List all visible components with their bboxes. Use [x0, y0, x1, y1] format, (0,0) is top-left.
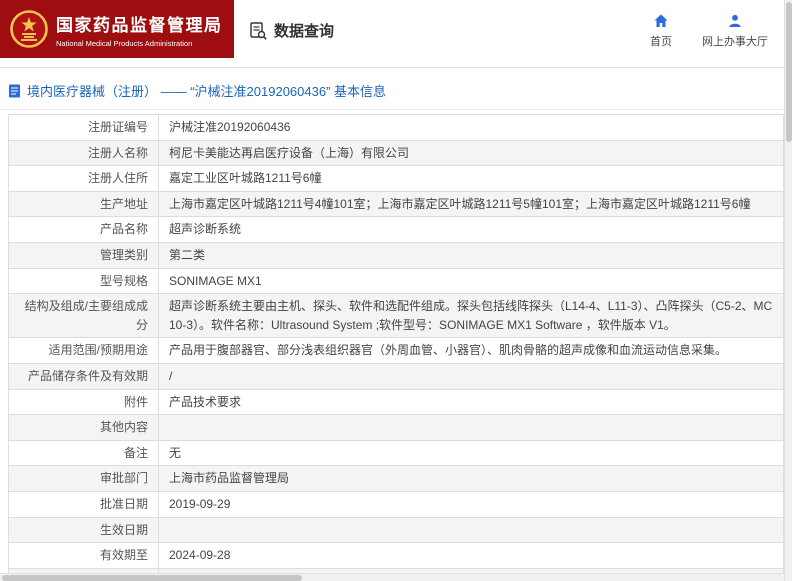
person-icon [727, 13, 743, 29]
field-value: SONIMAGE MX1 [159, 268, 784, 294]
field-label: 适用范围/预期用途 [9, 338, 159, 364]
table-row: 其他内容 [9, 415, 784, 441]
data-query-tab[interactable]: 数据查询 [248, 20, 334, 41]
nav-home-label: 首页 [650, 33, 672, 49]
table-row: 结构及组成/主要组成成分 超声诊断系统主要由主机、探头、软件和选配件组成。探头包… [9, 294, 784, 338]
data-query-icon [248, 21, 268, 41]
field-label: 有效期至 [9, 543, 159, 569]
field-label: 结构及组成/主要组成成分 [9, 294, 159, 338]
field-label: 生产地址 [9, 191, 159, 217]
national-emblem-icon [9, 9, 49, 49]
vertical-scrollbar-thumb[interactable] [786, 2, 792, 142]
field-value [159, 415, 784, 441]
horizontal-scrollbar[interactable] [0, 573, 784, 581]
field-label: 注册证编号 [9, 115, 159, 141]
table-row: 产品名称 超声诊断系统 [9, 217, 784, 243]
vertical-scrollbar[interactable] [784, 0, 792, 581]
field-value: 超声诊断系统主要由主机、探头、软件和选配件组成。探头包括线阵探头（L14-4、L… [159, 294, 784, 338]
field-value: 嘉定工业区叶城路1211号6幢 [159, 166, 784, 192]
field-value [159, 517, 784, 543]
nav-service-hall-label: 网上办事大厅 [702, 33, 768, 49]
field-value: 无 [159, 440, 784, 466]
field-value: 上海市药品监督管理局 [159, 466, 784, 492]
field-label: 备注 [9, 440, 159, 466]
field-value: 产品用于腹部器官、部分浅表组织器官（外周血管、小器官）、肌肉骨骼的超声成像和血流… [159, 338, 784, 364]
field-label: 管理类别 [9, 242, 159, 268]
field-label: 产品名称 [9, 217, 159, 243]
field-label: 审批部门 [9, 466, 159, 492]
nav-service-hall[interactable]: 网上办事大厅 [702, 13, 768, 49]
table-row: 审批部门 上海市药品监督管理局 [9, 466, 784, 492]
table-row: 附件 产品技术要求 [9, 389, 784, 415]
table-row: 有效期至 2024-09-28 [9, 543, 784, 569]
field-label: 其他内容 [9, 415, 159, 441]
table-row: 产品储存条件及有效期 / [9, 363, 784, 389]
table-row: 注册人名称 柯尼卡美能达再启医疗设备（上海）有限公司 [9, 140, 784, 166]
registration-detail-table: 注册证编号 沪械注准20192060436 注册人名称 柯尼卡美能达再启医疗设备… [8, 114, 784, 581]
field-value: 柯尼卡美能达再启医疗设备（上海）有限公司 [159, 140, 784, 166]
nav-home[interactable]: 首页 [650, 13, 672, 49]
field-value: 第二类 [159, 242, 784, 268]
field-label: 型号规格 [9, 268, 159, 294]
site-header: 国家药品监督管理局 National Medical Products Admi… [0, 0, 792, 68]
header-nav: 首页 网上办事大厅 [650, 13, 768, 49]
field-value: 2024-09-28 [159, 543, 784, 569]
table-row: 生产地址 上海市嘉定区叶城路1211号4幢101室；上海市嘉定区叶城路1211号… [9, 191, 784, 217]
agency-name-en: National Medical Products Administration [56, 39, 223, 48]
field-value: 超声诊断系统 [159, 217, 784, 243]
table-row: 批准日期 2019-09-29 [9, 491, 784, 517]
table-row: 注册人住所 嘉定工业区叶城路1211号6幢 [9, 166, 784, 192]
page-title: 境内医疗器械（注册） —— “沪械注准20192060436” 基本信息 [27, 81, 386, 100]
table-row: 备注 无 [9, 440, 784, 466]
field-value: 产品技术要求 [159, 389, 784, 415]
horizontal-scrollbar-thumb[interactable] [2, 575, 302, 581]
field-label: 产品储存条件及有效期 [9, 363, 159, 389]
breadcrumb: 境内医疗器械（注册） —— “沪械注准20192060436” 基本信息 [0, 68, 792, 110]
table-row: 注册证编号 沪械注准20192060436 [9, 115, 784, 141]
field-label: 注册人住所 [9, 166, 159, 192]
table-row: 管理类别 第二类 [9, 242, 784, 268]
agency-name: 国家药品监督管理局 [56, 11, 223, 36]
field-value: / [159, 363, 784, 389]
document-icon [8, 84, 21, 98]
page: 国家药品监督管理局 National Medical Products Admi… [0, 0, 792, 581]
agency-titles: 国家药品监督管理局 National Medical Products Admi… [56, 11, 223, 48]
home-icon [653, 13, 669, 29]
field-value: 上海市嘉定区叶城路1211号4幢101室；上海市嘉定区叶城路1211号5幢101… [159, 191, 784, 217]
field-label: 注册人名称 [9, 140, 159, 166]
table-row: 适用范围/预期用途 产品用于腹部器官、部分浅表组织器官（外周血管、小器官）、肌肉… [9, 338, 784, 364]
field-label: 批准日期 [9, 491, 159, 517]
field-value: 沪械注准20192060436 [159, 115, 784, 141]
table-row: 生效日期 [9, 517, 784, 543]
data-query-label: 数据查询 [274, 20, 334, 41]
field-label: 生效日期 [9, 517, 159, 543]
agency-logo-box[interactable]: 国家药品监督管理局 National Medical Products Admi… [0, 0, 234, 58]
table-row: 型号规格 SONIMAGE MX1 [9, 268, 784, 294]
field-value: 2019-09-29 [159, 491, 784, 517]
field-label: 附件 [9, 389, 159, 415]
